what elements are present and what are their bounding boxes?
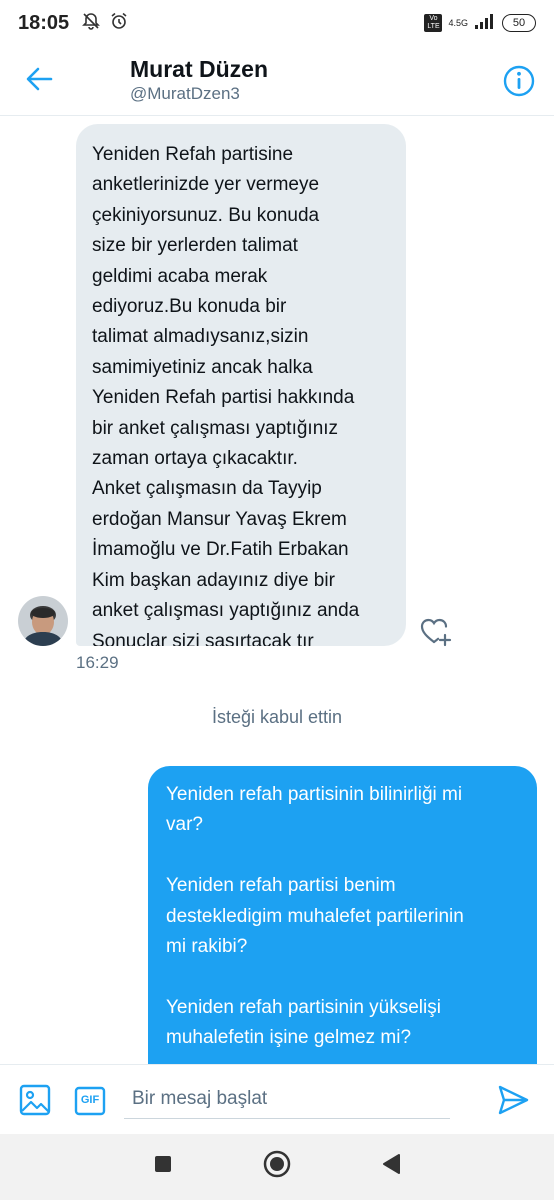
- system-navigation-bar: [0, 1134, 554, 1200]
- square-icon: [154, 1155, 172, 1178]
- message-composer: GIF: [0, 1064, 554, 1134]
- volte-badge: Vo LTE: [424, 14, 443, 32]
- status-time: 18:05: [18, 11, 70, 34]
- send-icon: [496, 1085, 530, 1121]
- contact-name[interactable]: Murat Düzen: [130, 56, 268, 83]
- send-button[interactable]: [496, 1083, 530, 1117]
- status-right-icons: Vo LTE 4.5G 50: [424, 12, 536, 35]
- back-nav-button[interactable]: [377, 1152, 405, 1180]
- home-button[interactable]: [263, 1150, 291, 1183]
- battery-indicator: 50: [502, 14, 536, 32]
- status-bar: 18:05 Vo LTE 4.5G 50: [0, 0, 554, 46]
- outgoing-message-bubble[interactable]: Yeniden refah partisinin bilinirliği mi …: [148, 766, 537, 1086]
- signal-icon: [474, 12, 496, 35]
- recents-button[interactable]: [149, 1152, 177, 1180]
- circle-icon: [263, 1150, 291, 1183]
- add-media-button[interactable]: [18, 1083, 52, 1117]
- avatar[interactable]: [18, 596, 68, 646]
- triangle-back-icon: [381, 1153, 401, 1180]
- info-button[interactable]: [502, 64, 536, 98]
- alarm-icon: [109, 11, 129, 36]
- network-type: 4.5G: [448, 17, 468, 28]
- message-timestamp: 16:29: [76, 653, 119, 672]
- arrow-left-icon: [25, 65, 53, 98]
- add-gif-button[interactable]: GIF: [74, 1085, 106, 1117]
- gif-icon: [74, 1086, 106, 1121]
- conversation-header: Murat Düzen @MuratDzen3: [0, 46, 554, 116]
- contact-handle[interactable]: @MuratDzen3: [130, 84, 240, 104]
- image-icon: [18, 1084, 52, 1121]
- status-left-icons: [81, 11, 129, 36]
- request-accepted-note: İsteği kabul ettin: [211, 707, 343, 727]
- heart-plus-icon: [418, 618, 454, 652]
- gif-label: GIF: [80, 1094, 100, 1106]
- like-message-button[interactable]: [418, 614, 454, 648]
- message-input[interactable]: [124, 1079, 450, 1119]
- incoming-message-bubble[interactable]: Yeniden Refah partisine anketlerinizde y…: [76, 124, 406, 646]
- info-icon: [502, 65, 536, 102]
- back-button[interactable]: [22, 64, 56, 98]
- do-not-disturb-icon: [81, 11, 101, 36]
